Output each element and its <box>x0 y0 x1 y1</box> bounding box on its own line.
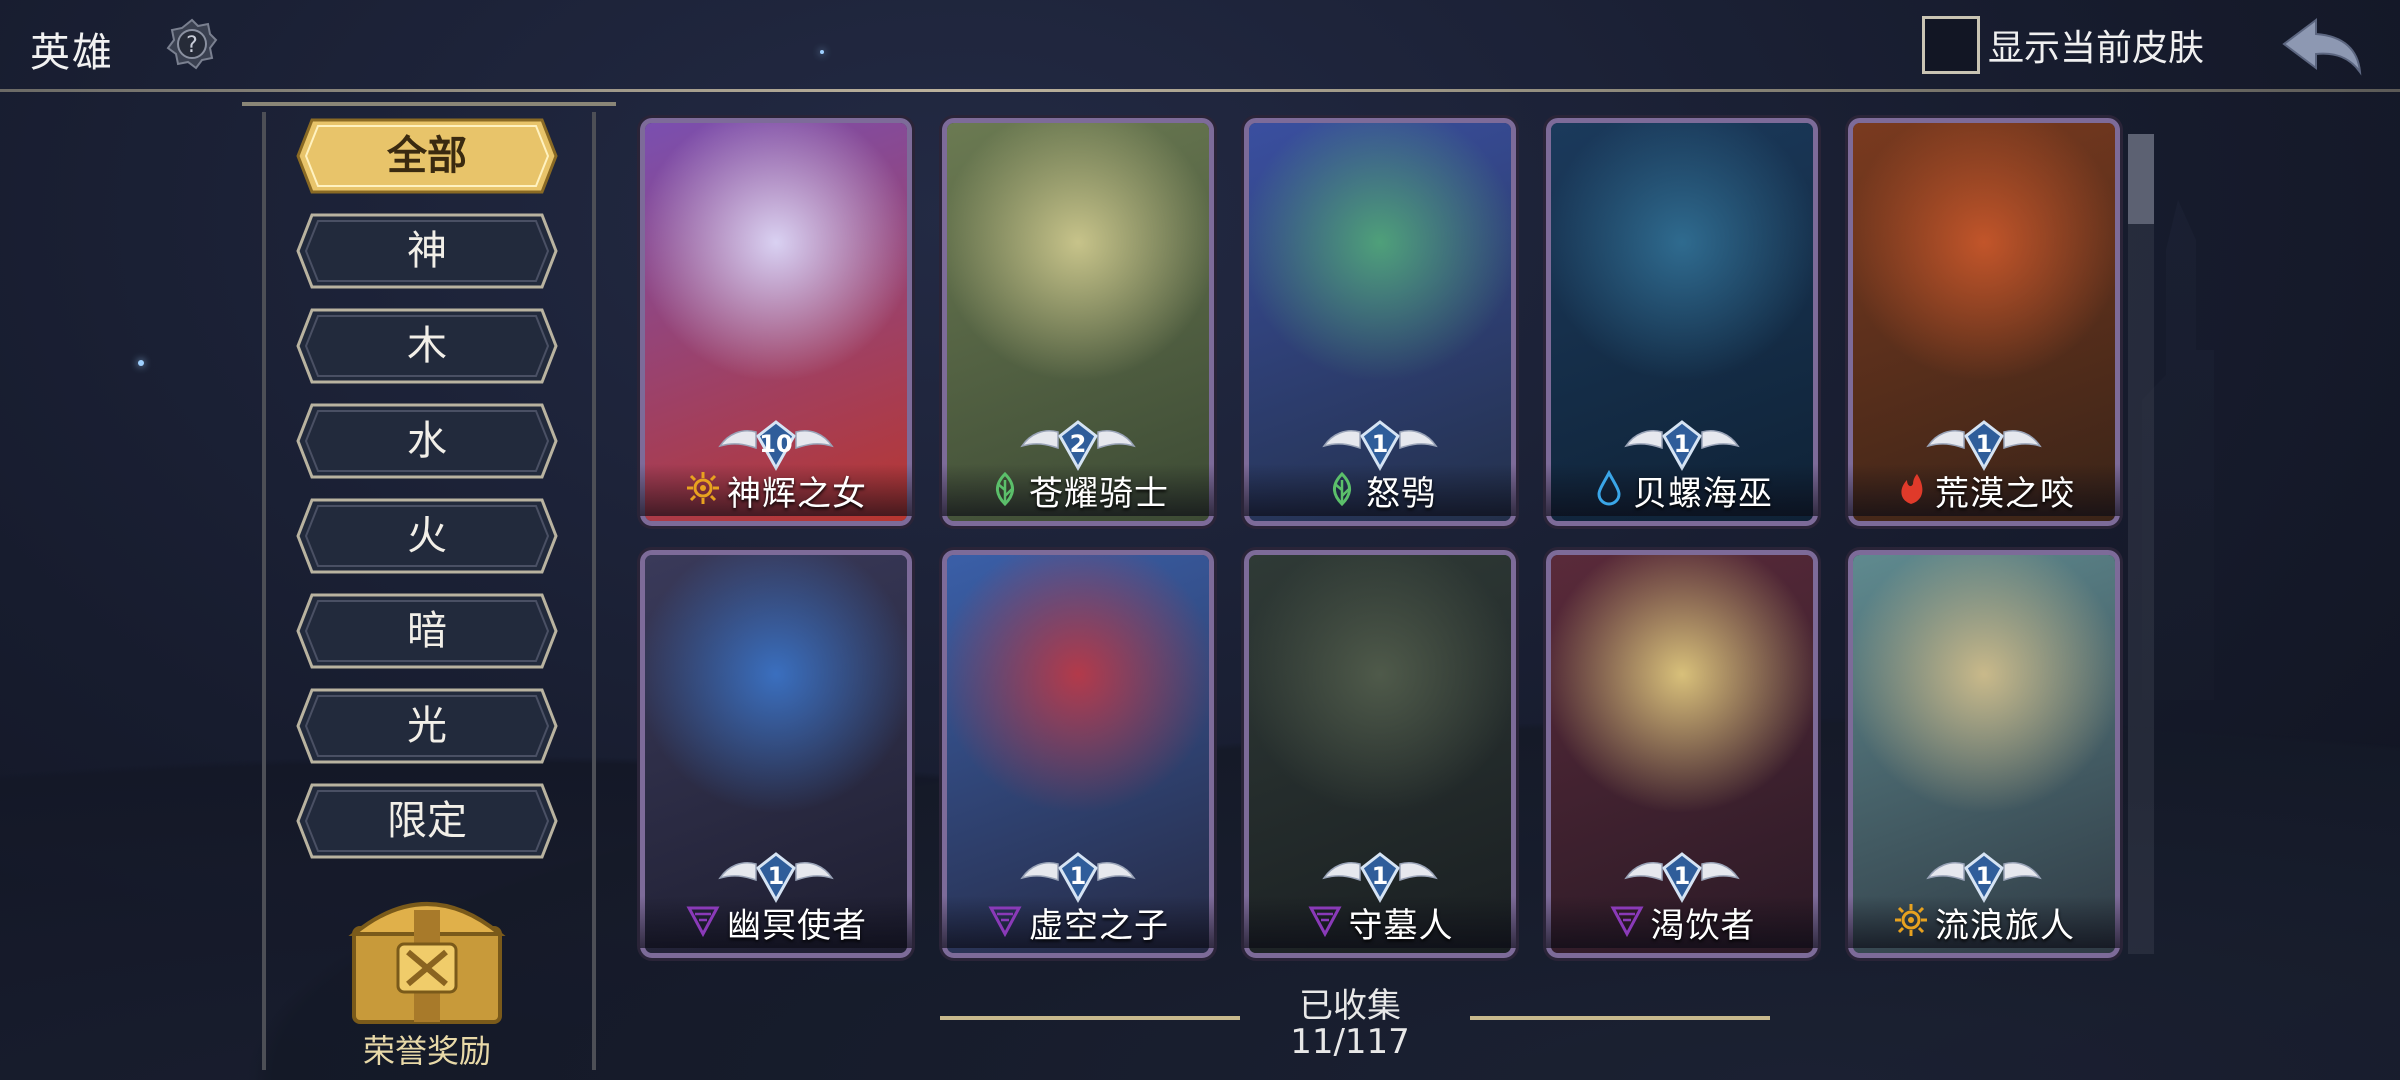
hero-name: 流浪旅人 <box>1935 905 2075 946</box>
dark-element-icon <box>685 902 721 942</box>
hero-name: 虚空之子 <box>1029 905 1169 946</box>
hero-card[interactable]: 1 幽冥使者 <box>640 550 912 958</box>
hero-level: 1 <box>1069 862 1087 890</box>
collected-count: 11/117 <box>1290 1022 1410 1062</box>
filter-tab-label: 暗 <box>407 608 447 654</box>
card-scrollbar[interactable] <box>2128 134 2154 954</box>
filter-tab-label: 火 <box>407 513 447 559</box>
show-skin-label: 显示当前皮肤 <box>1988 28 2205 69</box>
hero-card[interactable]: 1 守墓人 <box>1244 550 1516 958</box>
hero-name: 苍耀骑士 <box>1029 473 1169 514</box>
hero-name: 怒鸮 <box>1366 473 1436 514</box>
hero-name: 神辉之女 <box>727 473 867 514</box>
hero-name-row: 流浪旅人 <box>1848 896 2120 948</box>
hero-name: 渴饮者 <box>1650 905 1756 946</box>
filter-tab[interactable]: 限定 <box>296 783 558 859</box>
hero-card[interactable]: 10 神辉之女 <box>640 118 912 526</box>
hero-card[interactable]: 1 怒鸮 <box>1244 118 1516 526</box>
filter-tab-label: 限定 <box>387 798 467 844</box>
sidebar-rail <box>262 112 266 1070</box>
sidebar-rail <box>592 112 596 1070</box>
hero-level: 1 <box>1371 862 1389 890</box>
scrollbar-thumb[interactable] <box>2128 134 2154 224</box>
page-title: 英雄 <box>30 30 114 76</box>
hero-name-row: 幽冥使者 <box>640 896 912 948</box>
filter-tab-label: 神 <box>407 228 447 274</box>
hero-level: 2 <box>1069 430 1087 458</box>
filter-tab-label: 木 <box>407 323 447 369</box>
question-gear-icon[interactable]: ? <box>166 18 218 70</box>
honor-reward-label: 荣誉奖励 <box>362 1032 491 1070</box>
filter-tab-label: 全部 <box>387 133 467 179</box>
hero-level: 1 <box>1673 430 1691 458</box>
hero-level: 1 <box>1975 862 1993 890</box>
top-bar: 英雄 ? 显示当前皮肤 <box>0 0 2400 92</box>
wood-element-icon <box>1324 470 1360 510</box>
filter-tab[interactable]: 暗 <box>296 593 558 669</box>
filter-tab-label: 光 <box>407 703 447 749</box>
dark-element-icon <box>1609 902 1645 942</box>
hero-card[interactable]: 1 虚空之子 <box>942 550 1214 958</box>
hero-card[interactable]: 1 流浪旅人 <box>1848 550 2120 958</box>
filter-tab[interactable]: 火 <box>296 498 558 574</box>
hero-name: 贝螺海巫 <box>1633 473 1773 514</box>
hero-name-row: 贝螺海巫 <box>1546 464 1818 516</box>
hero-name: 荒漠之咬 <box>1935 473 2075 514</box>
svg-text:?: ? <box>186 33 198 58</box>
collected-label: 已收集 <box>1299 986 1401 1026</box>
filter-tab[interactable]: 全部 <box>296 118 558 194</box>
collection-counter: 已收集 11/117 <box>930 970 1770 1080</box>
hero-level: 1 <box>1975 430 1993 458</box>
light-element-icon <box>685 470 721 510</box>
dark-element-icon <box>1307 902 1343 942</box>
filter-tab[interactable]: 木 <box>296 308 558 384</box>
sidebar-top-rail <box>242 102 616 106</box>
hero-name-row: 渴饮者 <box>1546 896 1818 948</box>
hero-card[interactable]: 2 苍耀骑士 <box>942 118 1214 526</box>
hero-level: 10 <box>759 430 793 458</box>
fire-element-icon <box>1893 470 1929 510</box>
background-star <box>138 360 144 366</box>
hero-name-row: 虚空之子 <box>942 896 1214 948</box>
dark-element-icon <box>987 902 1023 942</box>
hero-name-row: 守墓人 <box>1244 896 1516 948</box>
honor-reward-button[interactable]: 荣誉奖励 <box>336 880 518 1080</box>
hero-name-row: 怒鸮 <box>1244 464 1516 516</box>
hero-name: 幽冥使者 <box>727 905 867 946</box>
treasure-chest-icon <box>348 902 506 1024</box>
wood-element-icon <box>987 470 1023 510</box>
water-element-icon <box>1591 470 1627 510</box>
hero-level: 1 <box>1371 430 1389 458</box>
hero-level: 1 <box>767 862 785 890</box>
hero-name-row: 荒漠之咬 <box>1848 464 2120 516</box>
filter-tab[interactable]: 神 <box>296 213 558 289</box>
hero-name: 守墓人 <box>1348 905 1454 946</box>
back-arrow-icon[interactable] <box>2280 16 2364 76</box>
filter-tab-label: 水 <box>407 418 447 464</box>
filter-tab[interactable]: 光 <box>296 688 558 764</box>
show-current-skin-toggle[interactable]: 显示当前皮肤 <box>1922 16 2204 74</box>
hero-card[interactable]: 1 贝螺海巫 <box>1546 118 1818 526</box>
hero-name-row: 苍耀骑士 <box>942 464 1214 516</box>
hero-card[interactable]: 1 渴饮者 <box>1546 550 1818 958</box>
hero-card[interactable]: 1 荒漠之咬 <box>1848 118 2120 526</box>
show-skin-checkbox[interactable] <box>1922 16 1980 74</box>
hero-name-row: 神辉之女 <box>640 464 912 516</box>
light-element-icon <box>1893 902 1929 942</box>
filter-tab[interactable]: 水 <box>296 403 558 479</box>
hero-level: 1 <box>1673 862 1691 890</box>
